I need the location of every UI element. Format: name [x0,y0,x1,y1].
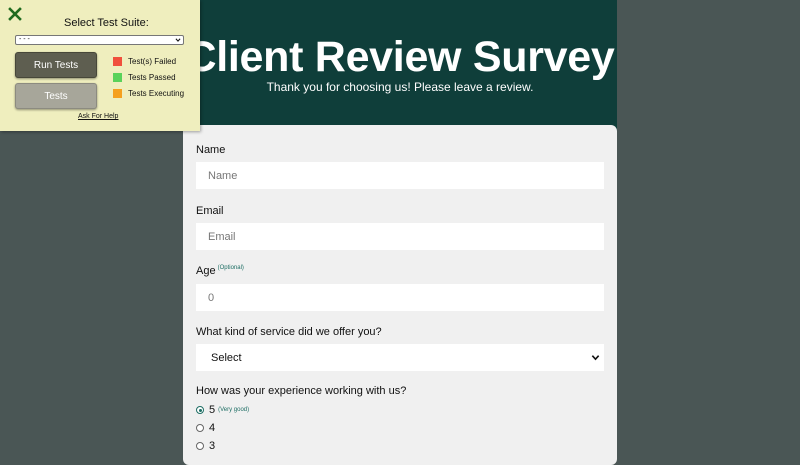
service-select-value: Select [211,351,242,364]
age-input[interactable]: 0 [196,284,604,311]
ask-for-help-link[interactable]: Ask For Help [78,113,118,120]
legend-label: Test(s) Failed [128,57,177,66]
experience-option-4[interactable]: 4 [196,422,215,434]
radio-button[interactable] [196,406,204,414]
age-label: Age (Optional) [196,265,244,277]
suite-select[interactable]: - - - [15,35,184,45]
passed-swatch [113,73,122,82]
experience-label: How was your experience working with us? [196,385,407,397]
page-subtitle: Thank you for choosing us! Please leave … [266,80,534,94]
name-label: Name [196,144,226,156]
close-icon[interactable] [8,7,22,21]
experience-option-3[interactable]: 3 [196,440,215,452]
experience-option-value: 5 [209,404,216,416]
chevron-down-icon [175,38,181,42]
service-label: What kind of service did we offer you? [196,326,382,338]
experience-option-5[interactable]: 5 (Very good) [196,404,249,416]
suite-title: Select Test Suite: [64,17,149,29]
legend-label: Tests Executing [128,89,185,98]
failed-swatch [113,57,122,66]
radio-button[interactable] [196,442,204,450]
name-input[interactable]: Name [196,162,604,189]
experience-option-value: 3 [209,440,216,452]
survey-form: Name Name Email Email Age (Optional) 0 Wh… [183,125,617,465]
chevron-down-icon [591,355,600,361]
age-optional-note: (Optional) [217,265,244,271]
legend-passed: Tests Passed [113,73,176,82]
experience-option-note: (Very good) [218,407,250,413]
radio-button[interactable] [196,424,204,432]
email-label: Email [196,205,224,217]
experience-option-value: 4 [209,422,216,434]
executing-swatch [113,89,122,98]
service-select[interactable]: Select [196,344,604,371]
page-title: Client Review Survey [185,33,615,81]
tests-button[interactable]: Tests [15,83,97,109]
run-tests-button[interactable]: Run Tests [15,52,97,78]
age-label-text: Age [196,265,216,277]
survey-header: Client Review Survey Thank you for choos… [183,0,617,132]
email-input[interactable]: Email [196,223,604,250]
suite-select-value: - - - [19,36,30,43]
legend-label: Tests Passed [128,73,176,82]
test-suite-panel: Select Test Suite: - - - Run Tests Tests… [0,0,200,131]
legend-executing: Tests Executing [113,89,184,98]
legend-failed: Test(s) Failed [113,57,176,66]
